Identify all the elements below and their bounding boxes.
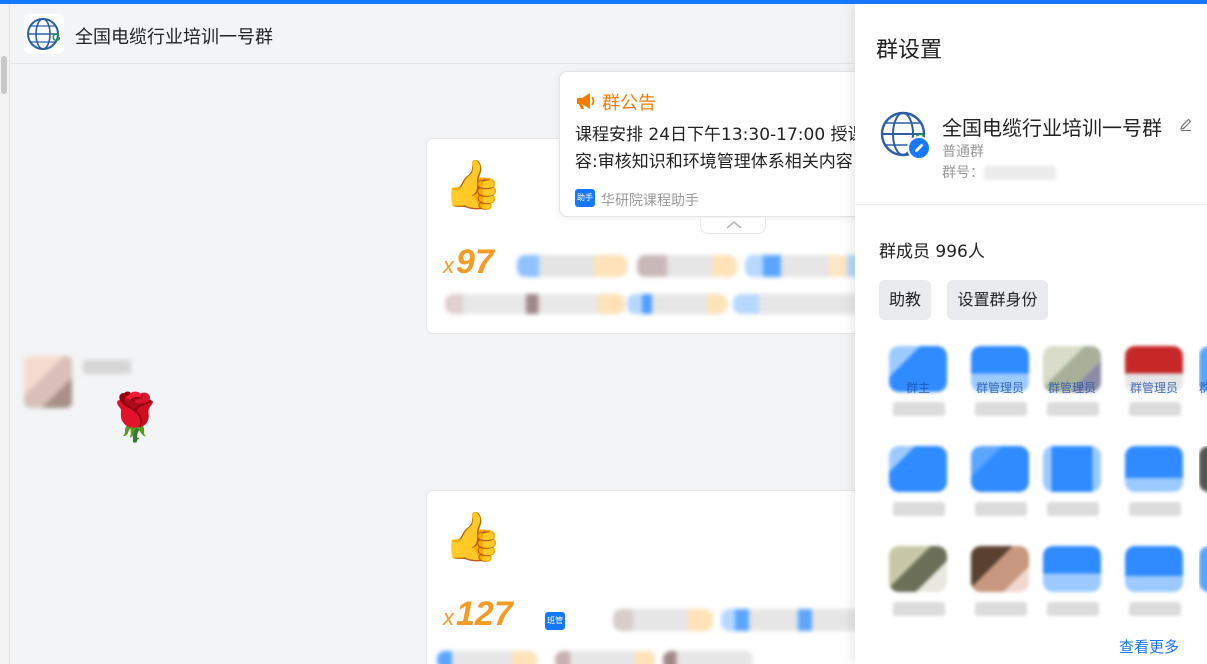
- blurred-reactors: [745, 255, 855, 277]
- see-more-link[interactable]: 查看更多: [1119, 636, 1179, 657]
- blurred-reactors: [721, 609, 855, 631]
- rose-emoji: 🌹: [106, 390, 164, 444]
- member-name: [975, 502, 1027, 516]
- megaphone-icon: [577, 93, 595, 109]
- member-avatar: [1199, 546, 1207, 592]
- member-avatar: [1125, 546, 1183, 592]
- edit-avatar-button[interactable]: [907, 136, 931, 160]
- reaction-count: x97: [443, 243, 494, 281]
- member-avatar: [1199, 446, 1207, 492]
- blurred-reactors: [445, 294, 625, 314]
- sender-avatar[interactable]: [24, 356, 72, 408]
- member-name: [975, 602, 1027, 616]
- assistant-button[interactable]: 助教: [879, 280, 931, 320]
- announcement-text: 课程安排 24日下午13:30-17:00 授课 容:审核知识和环境管理体系相关…: [575, 125, 855, 172]
- blurred-reactors: [517, 255, 627, 277]
- member-avatar: [1125, 446, 1183, 492]
- member-role-label: 群管理员: [975, 381, 1024, 395]
- blurred-reactors: [637, 255, 737, 277]
- panel-title: 群设置: [876, 38, 943, 63]
- member-item[interactable]: [1199, 446, 1207, 526]
- member-avatar: [1043, 546, 1101, 592]
- group-number-label: 群号：: [942, 165, 984, 181]
- blurred-reactors: [555, 651, 655, 664]
- member-role-label: 群: [1199, 381, 1207, 395]
- member-item[interactable]: [1043, 446, 1103, 526]
- reaction-count: x127: [443, 595, 513, 633]
- member-item[interactable]: [1199, 546, 1207, 626]
- member-name: [893, 502, 945, 516]
- blurred-reactors: [627, 294, 727, 314]
- member-item[interactable]: [1043, 546, 1103, 626]
- assistant-badge: 助手: [575, 189, 595, 207]
- announcement-source: 华研院课程助手: [601, 193, 699, 209]
- member-item[interactable]: [889, 546, 949, 626]
- blurred-reactors: [733, 294, 855, 314]
- group-type: 普通群: [942, 144, 984, 160]
- member-name: [1047, 502, 1099, 516]
- chevron-up-icon: [726, 221, 742, 229]
- member-name: [1047, 602, 1099, 616]
- member-item[interactable]: 群管理员: [1125, 346, 1185, 426]
- chat-area: G 全国电缆行业培训一号群 👍 x97 群公告 课程安排 24日下午13:30-…: [10, 4, 855, 664]
- group-number: 群号：: [942, 162, 1056, 182]
- member-role-label: 群管理员: [1047, 381, 1096, 395]
- admin-badge: 班管: [545, 612, 565, 630]
- member-avatar: [971, 446, 1029, 492]
- members-count: 群成员 996人: [879, 242, 985, 262]
- member-item[interactable]: 群管理员: [971, 346, 1031, 426]
- globe-logo-icon[interactable]: G: [24, 14, 64, 54]
- member-item[interactable]: 群: [1199, 346, 1207, 426]
- member-item[interactable]: 群主: [889, 346, 949, 426]
- blurred-reactors: [437, 651, 537, 664]
- member-avatar: [971, 546, 1029, 592]
- chat-title: 全国电缆行业培训一号群: [75, 27, 273, 48]
- member-name: [893, 402, 945, 416]
- member-role-label: 群管理员: [1129, 381, 1178, 395]
- member-item[interactable]: [1125, 546, 1185, 626]
- collapse-announcement-button[interactable]: [700, 218, 766, 234]
- member-avatar: [889, 546, 947, 592]
- left-scroll-track[interactable]: [0, 4, 10, 664]
- sender-name: [83, 360, 131, 374]
- pencil-icon: [915, 143, 924, 152]
- blurred-reactors: [613, 609, 713, 631]
- member-item[interactable]: [1125, 446, 1185, 526]
- member-item[interactable]: 群管理员: [1043, 346, 1103, 426]
- member-item[interactable]: [889, 446, 949, 526]
- member-item[interactable]: [971, 546, 1031, 626]
- member-avatar: [1043, 446, 1101, 492]
- member-role-label: 群主: [905, 381, 930, 395]
- member-item[interactable]: [971, 446, 1031, 526]
- thumbs-up-emoji: 👍: [443, 509, 503, 565]
- member-name: [975, 402, 1027, 416]
- member-name: [1047, 402, 1099, 416]
- member-name: [1129, 402, 1181, 416]
- member-avatar: [889, 446, 947, 492]
- thumbs-up-emoji: 👍: [443, 157, 503, 213]
- member-name: [1129, 602, 1181, 616]
- member-name: [893, 602, 945, 616]
- chat-header: G 全国电缆行业培训一号群: [10, 4, 855, 64]
- divider: [855, 204, 1207, 205]
- group-number-value-redacted: [984, 166, 1056, 180]
- edit-name-icon[interactable]: [1178, 116, 1194, 132]
- group-settings-panel: 群设置 G 全国电缆行业培训一号群 普通群 群号： 群成员 996人 助教 设置…: [855, 4, 1207, 664]
- scrollbar-thumb[interactable]: [1, 56, 7, 94]
- set-identity-button[interactable]: 设置群身份: [947, 280, 1048, 320]
- announcement-title: 群公告: [602, 93, 656, 114]
- member-name: [1129, 502, 1181, 516]
- message-card[interactable]: 👍 x127 班管: [426, 490, 855, 664]
- group-announcement-card[interactable]: 群公告 课程安排 24日下午13:30-17:00 授课 容:审核知识和环境管理…: [559, 71, 855, 217]
- group-name: 全国电缆行业培训一号群: [942, 116, 1162, 140]
- svg-text:G: G: [52, 32, 61, 44]
- blurred-reactors: [663, 651, 753, 664]
